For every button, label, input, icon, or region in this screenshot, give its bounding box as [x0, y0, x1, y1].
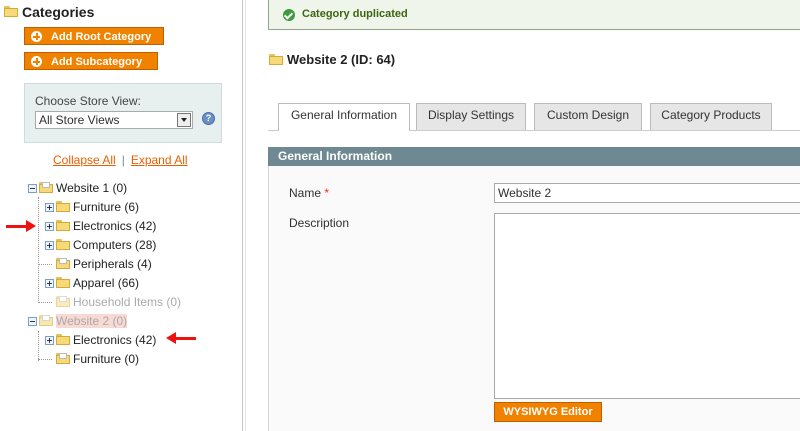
expand-toggle-icon[interactable] [45, 222, 54, 231]
success-check-icon [283, 9, 295, 21]
folder-icon [56, 334, 70, 345]
expand-toggle-icon[interactable] [28, 317, 37, 326]
folder-icon [56, 296, 70, 307]
help-icon[interactable]: ? [202, 112, 215, 125]
tab-label: Category Products [661, 108, 761, 122]
tree-controls: Collapse All | Expand All [53, 153, 188, 167]
tree-node-label: Computers (28) [73, 238, 157, 252]
collapse-all-link[interactable]: Collapse All [53, 153, 116, 167]
name-field[interactable]: Website 2 [494, 183, 800, 203]
expand-toggle-icon[interactable] [45, 336, 54, 345]
folder-icon [269, 54, 283, 65]
page-title: Website 2 (ID: 64) [287, 52, 396, 67]
category-sidebar: Categories Add Root Category Add Subcate… [0, 0, 240, 431]
tree-node-furniture-copy[interactable]: Furniture (0) [45, 351, 139, 367]
tree-node-website-1[interactable]: Website 1 (0) [28, 180, 127, 196]
add-subcategory-button[interactable]: Add Subcategory [24, 52, 158, 70]
sidebar-divider-shadow [245, 0, 246, 431]
tree-node-label: Electronics (42) [73, 333, 157, 347]
folder-icon [4, 6, 18, 17]
tree-node-label: Electronics (42) [73, 219, 157, 233]
tree-node-computers[interactable]: Computers (28) [45, 237, 156, 253]
tab-label: Display Settings [427, 108, 515, 122]
annotation-arrow-right [6, 220, 36, 232]
links-separator: | [121, 153, 125, 167]
store-view-label: Choose Store View: [35, 94, 141, 108]
tree-node-label: Furniture (6) [73, 200, 140, 214]
add-subcategory-label: Add Subcategory [51, 56, 143, 68]
tab-label: General Information [290, 108, 398, 122]
tree-node-label: Website 2 (0) [56, 314, 128, 328]
description-field-label: Description [289, 216, 350, 230]
tab-category-products[interactable]: Category Products [650, 103, 772, 130]
dropdown-arrow-icon[interactable] [177, 113, 191, 127]
expand-toggle-icon[interactable] [45, 203, 54, 212]
tree-node-apparel[interactable]: Apparel (66) [45, 275, 139, 291]
add-root-category-button[interactable]: Add Root Category [24, 27, 164, 45]
expand-toggle-icon[interactable] [45, 241, 54, 250]
tree-node-label: Household Items (0) [73, 295, 182, 309]
plus-icon [31, 56, 42, 67]
store-view-switcher: Choose Store View: All Store Views ? [24, 83, 222, 143]
folder-icon [56, 239, 70, 250]
success-message-text: Category duplicated [302, 8, 408, 20]
annotation-arrow-left [166, 332, 196, 344]
plus-icon [31, 31, 42, 42]
name-field-label: Name * [289, 186, 329, 200]
tab-general-information[interactable]: General Information [278, 103, 410, 131]
folder-icon [56, 201, 70, 212]
required-marker: * [324, 186, 330, 200]
folder-icon [39, 315, 53, 326]
store-view-value: All Store Views [39, 113, 120, 127]
sidebar-divider [242, 0, 243, 431]
expand-all-link[interactable]: Expand All [131, 153, 188, 167]
wysiwyg-editor-button[interactable]: WYSIWYG Editor [494, 402, 602, 422]
expand-toggle-icon[interactable] [45, 279, 54, 288]
name-label-text: Name [289, 186, 322, 200]
folder-icon [39, 182, 53, 193]
tab-custom-design[interactable]: Custom Design [534, 103, 642, 130]
expand-toggle-icon[interactable] [28, 184, 37, 193]
tree-node-peripherals[interactable]: Peripherals (4) [45, 256, 152, 272]
category-tabs: General Information Display Settings Cus… [268, 94, 800, 131]
folder-icon [56, 220, 70, 231]
store-view-select[interactable]: All Store Views [35, 111, 193, 129]
folder-icon [56, 353, 70, 364]
folder-icon [56, 258, 70, 269]
tab-display-settings[interactable]: Display Settings [416, 103, 526, 130]
tree-node-label: Apparel (66) [73, 276, 140, 290]
add-root-category-label: Add Root Category [51, 31, 152, 43]
tree-node-website-2[interactable]: Website 2 (0) [28, 313, 128, 329]
section-header: General Information [268, 147, 800, 166]
tree-node-label: Furniture (0) [73, 352, 140, 366]
folder-icon [56, 277, 70, 288]
success-message: Category duplicated [268, 0, 800, 30]
tree-node-household-items[interactable]: Household Items (0) [45, 294, 181, 310]
tree-node-furniture[interactable]: Furniture (6) [45, 199, 139, 215]
tree-node-label: Peripherals (4) [73, 257, 152, 271]
categories-title: Categories [22, 4, 95, 20]
tree-node-electronics-copy[interactable]: Electronics (42) [45, 332, 156, 348]
tab-label: Custom Design [546, 108, 630, 122]
tree-node-electronics[interactable]: Electronics (42) [45, 218, 156, 234]
description-textarea[interactable] [494, 213, 800, 399]
tree-node-label: Website 1 (0) [56, 181, 128, 195]
